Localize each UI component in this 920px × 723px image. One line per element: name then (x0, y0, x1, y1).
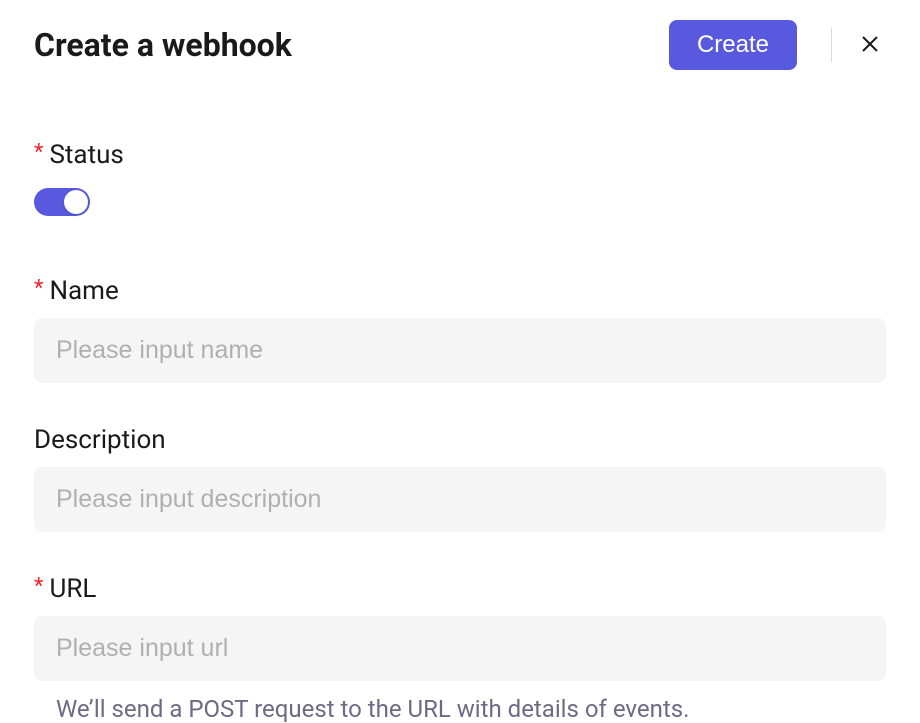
status-label: *Status (34, 140, 886, 170)
url-label-text: URL (49, 574, 96, 604)
status-label-text: Status (49, 140, 123, 170)
vertical-divider (831, 28, 832, 62)
url-field-group: *URL We’ll send a POST request to the UR… (34, 574, 886, 723)
dialog-header: Create a webhook Create (34, 20, 886, 70)
url-helper-text: We’ll send a POST request to the URL wit… (56, 695, 886, 723)
name-input[interactable] (34, 318, 886, 383)
required-asterisk-icon: * (34, 140, 43, 165)
url-label: *URL (34, 574, 886, 604)
description-field-group: Description (34, 425, 886, 532)
required-asterisk-icon: * (34, 276, 43, 301)
toggle-thumb (64, 190, 88, 214)
description-label: Description (34, 425, 886, 455)
name-field-group: *Name (34, 276, 886, 383)
description-input[interactable] (34, 467, 886, 532)
page-title: Create a webhook (34, 26, 292, 64)
close-button[interactable] (854, 28, 886, 63)
status-toggle[interactable] (34, 188, 90, 216)
description-label-text: Description (34, 425, 166, 455)
required-asterisk-icon: * (34, 574, 43, 599)
name-label: *Name (34, 276, 886, 306)
status-field-group: *Status (34, 140, 886, 220)
header-actions: Create (669, 20, 886, 70)
create-button[interactable]: Create (669, 20, 797, 70)
name-label-text: Name (49, 276, 118, 306)
url-input[interactable] (34, 616, 886, 681)
close-icon (858, 32, 882, 59)
